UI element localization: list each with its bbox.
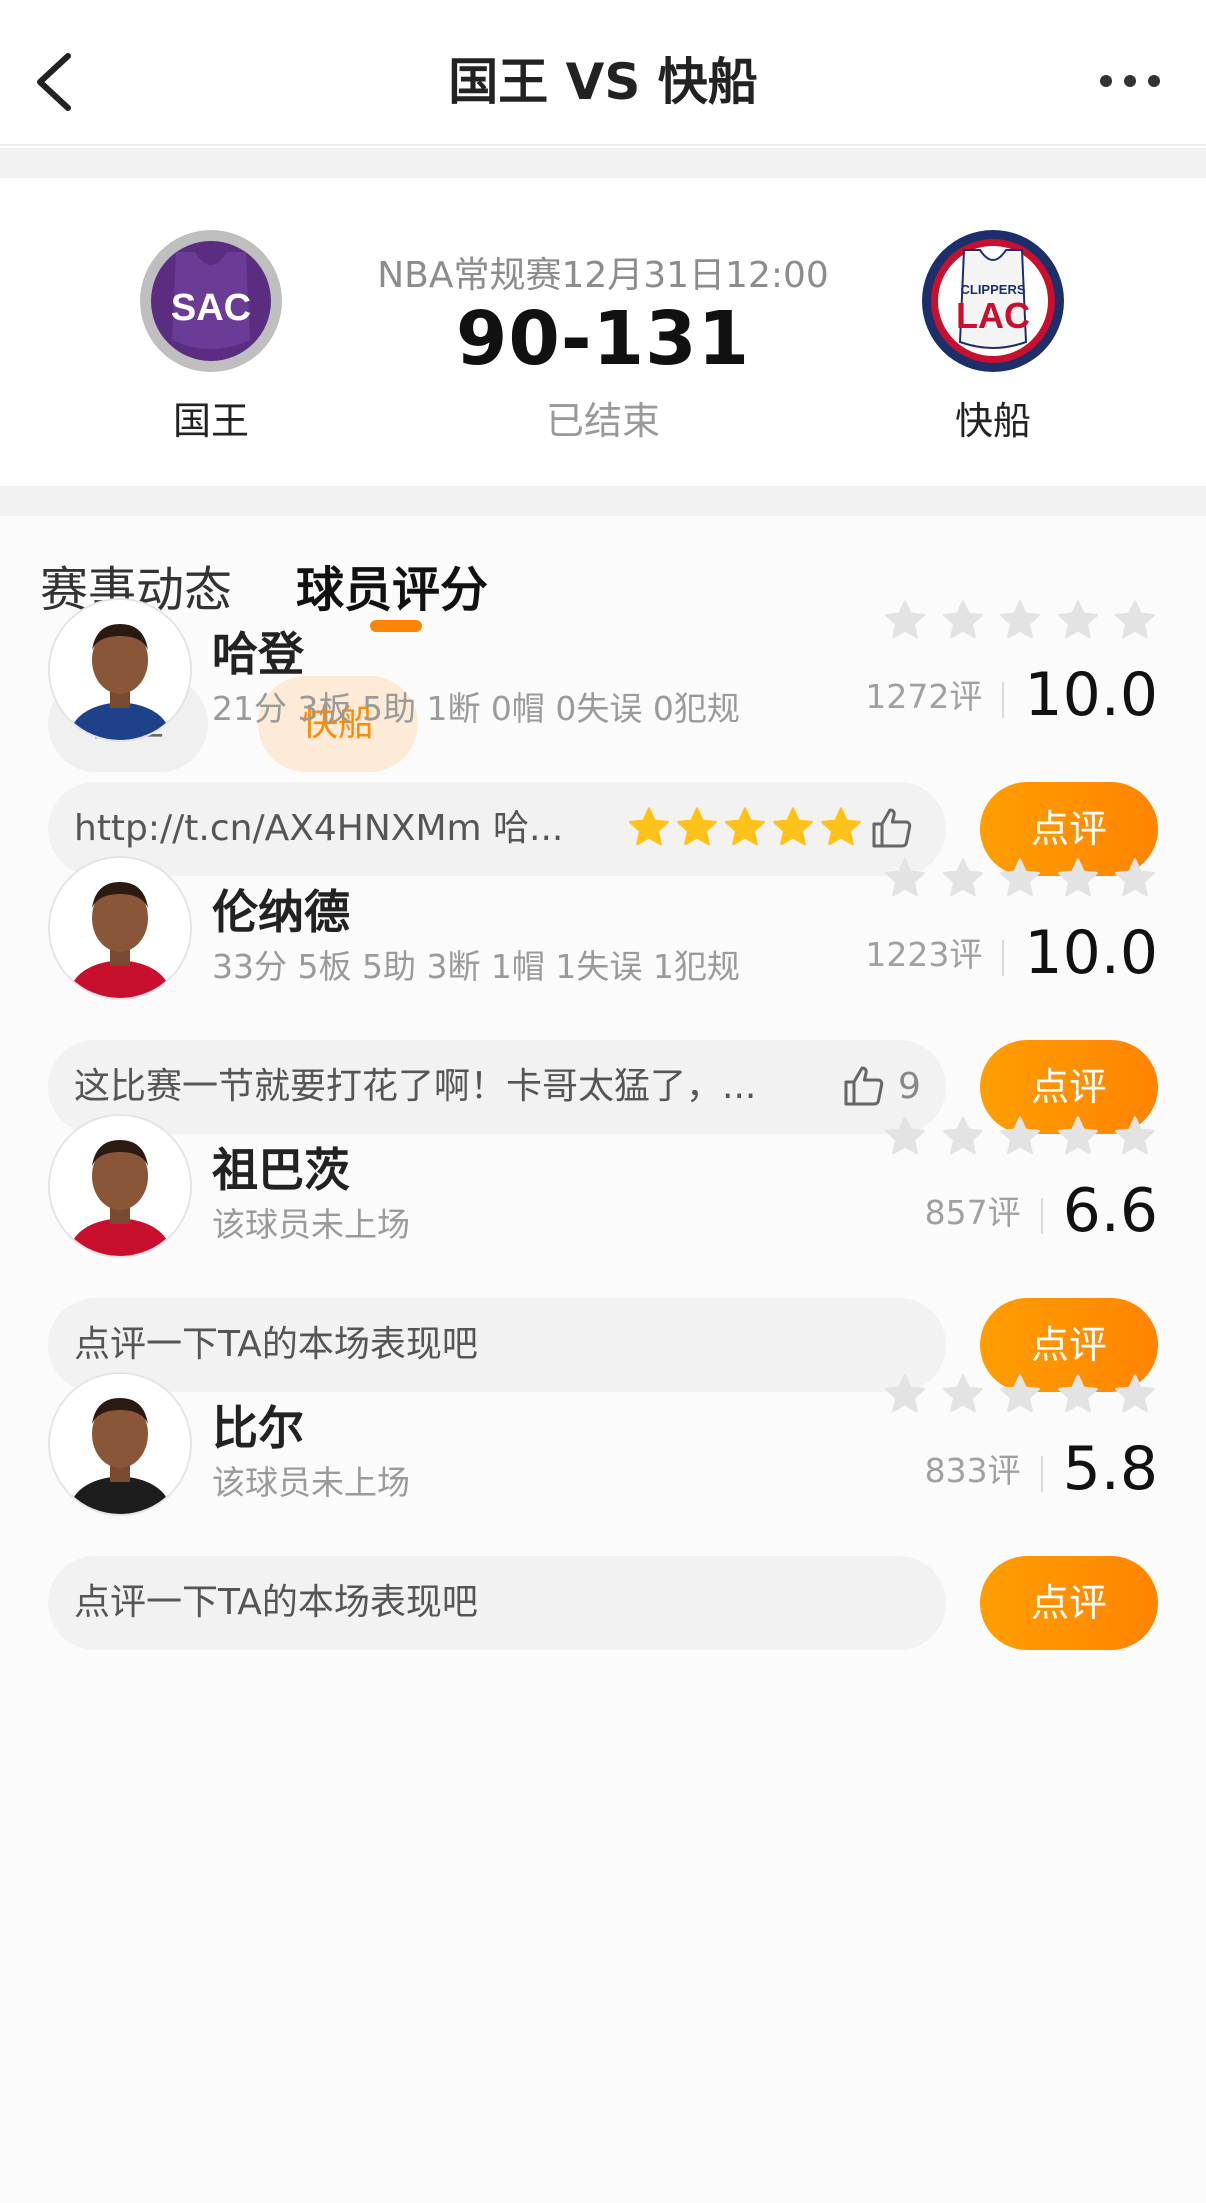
comment-rating-stars [626, 805, 864, 851]
player-average-score: 6.6 [1062, 1176, 1158, 1246]
score-divider [1040, 1198, 1043, 1234]
player-stat-line: 该球员未上场 [212, 1205, 410, 1244]
thumbs-up-icon [844, 1066, 884, 1106]
match-header: SAC 国王 NBA常规赛12月31日12:00 90-131 已结束 CLIP… [0, 178, 1206, 486]
section-gap [0, 486, 1206, 516]
star-empty-icon [942, 1374, 983, 1413]
like-button[interactable] [840, 1062, 888, 1110]
review-count: 833评 [924, 1451, 1021, 1490]
star-empty-icon [1057, 1374, 1098, 1413]
match-status: 已结束 [545, 399, 660, 443]
player-avatar[interactable] [48, 1372, 192, 1516]
star-empty-icon [1057, 1116, 1098, 1155]
away-team-name: 快船 [954, 399, 1031, 443]
player-photo-icon [50, 600, 190, 740]
player-name: 伦纳德 [212, 885, 350, 939]
player-card: 伦纳德 33分 5板 5助 3断 1帽 1失误 1犯规 10.0 1223评 这比赛一节… [0, 856, 1206, 1156]
comment-text: 点评一下TA的本场表现吧 [74, 1582, 478, 1623]
review-count: 1223评 [865, 935, 983, 974]
player-average-score: 10.0 [1024, 918, 1158, 988]
review-count: 1272评 [865, 677, 983, 716]
player-stat-line: 该球员未上场 [212, 1463, 410, 1502]
rating-stars-input[interactable] [882, 598, 1158, 650]
star-filled-icon [821, 807, 861, 846]
more-dots-icon [1100, 75, 1160, 87]
star-empty-icon [885, 1116, 925, 1155]
star-empty-icon [1057, 858, 1098, 897]
star-empty-icon [1000, 1116, 1040, 1155]
player-card: 比尔该球员未上场 5.8 833评点评一下TA的本场表现吧 点评 [0, 1372, 1206, 1672]
star-empty-icon [1115, 1374, 1155, 1413]
thumbs-up-icon [872, 808, 912, 848]
score-divider [1002, 682, 1005, 718]
star-empty-icon [942, 1116, 983, 1155]
home-team-name: 国王 [172, 399, 249, 443]
star-filled-icon [725, 807, 765, 846]
kings-team-logo[interactable]: SAC [140, 230, 282, 372]
star-empty-icon [885, 600, 925, 639]
star-empty-icon [1000, 600, 1040, 639]
section-gap [0, 148, 1206, 178]
player-avatar[interactable] [48, 856, 192, 1000]
rating-stars-input[interactable] [882, 1114, 1158, 1166]
player-photo-icon [50, 858, 190, 998]
star-empty-icon [1000, 858, 1040, 897]
clippers-logo-icon: CLIPPERS LAC [923, 231, 1063, 371]
player-avatar[interactable] [48, 598, 192, 742]
player-name: 哈登 [212, 627, 304, 681]
clippers-logo-text: LAC [956, 295, 1030, 336]
comment-preview[interactable]: 点评一下TA的本场表现吧 [48, 1556, 946, 1650]
star-filled-icon [629, 807, 669, 846]
star-filled-icon [773, 807, 813, 846]
star-empty-icon [885, 1374, 925, 1413]
player-stat-line: 21分 3板 5助 1断 0帽 0失误 0犯规 [212, 689, 740, 728]
player-card: 祖巴茨 该球员未上场 6.6 857评 点评一下TA的本场表现吧 点评 [0, 1114, 1206, 1414]
page-title: 国王 VS 快船 [448, 53, 758, 111]
player-card: 哈登 21分 3板 5助 1断 0帽 0失误 0犯规 10.0 1272评 http:/… [0, 598, 1206, 898]
star-empty-icon [1057, 600, 1098, 639]
top-navigation-bar: 国王 VS 快船 [0, 0, 1206, 146]
star-empty-icon [1115, 1116, 1155, 1155]
player-stat-line: 33分 5板 5助 3断 1帽 1失误 1犯规 [212, 947, 740, 986]
player-avatar[interactable] [48, 1114, 192, 1258]
player-name: 祖巴茨 [212, 1143, 350, 1197]
more-options-button[interactable] [1098, 64, 1162, 98]
player-average-score: 5.8 [1062, 1434, 1158, 1504]
star-filled-icon [677, 807, 717, 846]
match-league-time: NBA常规赛12月31日12:00 [377, 255, 829, 296]
star-empty-icon [1115, 858, 1155, 897]
star-empty-icon [1115, 600, 1155, 639]
review-count: 857评 [924, 1193, 1021, 1232]
star-empty-icon [942, 600, 983, 639]
kings-logo-icon: SAC [141, 231, 281, 371]
clippers-team-logo[interactable]: CLIPPERS LAC [922, 230, 1064, 372]
review-button[interactable]: 点评 [980, 1556, 1158, 1650]
score-divider [1002, 940, 1005, 976]
player-average-score: 10.0 [1024, 660, 1158, 730]
match-score: 90-131 [455, 296, 751, 382]
star-empty-icon [1000, 1374, 1040, 1413]
player-name: 比尔 [212, 1401, 304, 1455]
player-ratings-section: 赛事动态 球员评分 国王 快船 哈登21分 3板 5助 1断 0帽 0失误 0犯… [0, 516, 1206, 2203]
star-empty-icon [885, 858, 925, 897]
rating-stars-input[interactable] [882, 1372, 1158, 1424]
score-divider [1040, 1456, 1043, 1492]
player-photo-icon [50, 1374, 190, 1514]
star-empty-icon [942, 858, 983, 897]
player-photo-icon [50, 1116, 190, 1256]
rating-stars-input[interactable] [882, 856, 1158, 908]
kings-logo-text: SAC [171, 287, 251, 329]
like-button[interactable] [868, 804, 916, 852]
